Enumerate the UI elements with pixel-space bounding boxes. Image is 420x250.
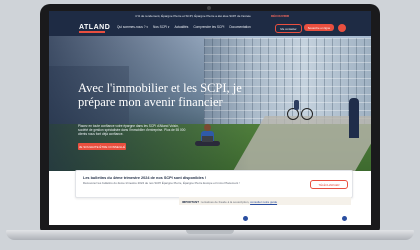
laptop-icon	[202, 136, 213, 142]
laptop-base	[6, 230, 414, 240]
announcement-text: 4 % de rendement, Épargne Pierre et SCPI…	[135, 14, 251, 18]
contact-button[interactable]: Me contacter	[275, 24, 302, 33]
website-screen: 4 % de rendement, Épargne Pierre et SCPI…	[49, 11, 371, 225]
user-icon[interactable]	[338, 23, 346, 32]
bike-wheel-front	[301, 108, 313, 120]
guide-link[interactable]: consulter notre guide	[250, 200, 277, 204]
atland-logo[interactable]: ATLAND	[79, 24, 110, 31]
notice-text: IMPORTANT : tentatives de fraude à la so…	[182, 200, 277, 204]
standing-person	[349, 98, 359, 138]
bulletin-title: Les bulletins du 4ème trimestre 2024 de …	[83, 176, 207, 180]
nav-menu: Qui sommes-nous ? ▾ Nos SCPI ▾ Actualité…	[117, 25, 251, 29]
bulletin-card: Les bulletins du 4ème trimestre 2024 de …	[75, 170, 353, 198]
nav-item-about[interactable]: Qui sommes-nous ? ▾	[117, 25, 148, 29]
fraud-notice: IMPORTANT : tentatives de fraude à la so…	[179, 197, 351, 205]
hero-description: Placez en toute confiance votre épargne …	[78, 124, 186, 137]
advice-button[interactable]: JE SOUHAITE ÊTRE CONSEILLÉ	[78, 143, 126, 150]
subscribe-button[interactable]: Souscrire en ligne	[304, 24, 334, 31]
nav-item-docs[interactable]: Documentation	[229, 25, 250, 29]
download-button[interactable]: TÉLÉCHARGER	[310, 180, 348, 189]
notice-label: IMPORTANT	[182, 199, 199, 204]
section-dot-icon[interactable]	[342, 216, 347, 221]
main-navbar: ATLAND Qui sommes-nous ? ▾ Nos SCPI ▾ Ac…	[49, 21, 371, 36]
hero-section: Avec l'immobilier et les SCPI, je prépar…	[49, 36, 371, 171]
laptop-notch	[186, 230, 234, 234]
nav-item-news[interactable]: Actualités	[175, 25, 189, 29]
section-dot-icon[interactable]	[243, 216, 248, 221]
nav-item-scpi[interactable]: Nos SCPI ▾	[153, 25, 169, 29]
announcement-bar: 4 % de rendement, Épargne Pierre et SCPI…	[49, 11, 371, 21]
cyclist-body	[294, 100, 299, 110]
notice-body: : tentatives de fraude à la souscription…	[198, 199, 250, 204]
logo-underline	[79, 31, 105, 33]
camera-icon	[207, 6, 211, 10]
person-head	[204, 124, 211, 131]
hero-title: Avec l'immobilier et les SCPI, je prépar…	[78, 81, 242, 109]
nav-item-understand[interactable]: Comprendre les SCPI	[193, 25, 224, 29]
announcement-link[interactable]: DÉCOUVRIR	[271, 14, 289, 18]
bulletin-text: Découvrez les bulletins du 4ème trimestr…	[83, 181, 240, 185]
